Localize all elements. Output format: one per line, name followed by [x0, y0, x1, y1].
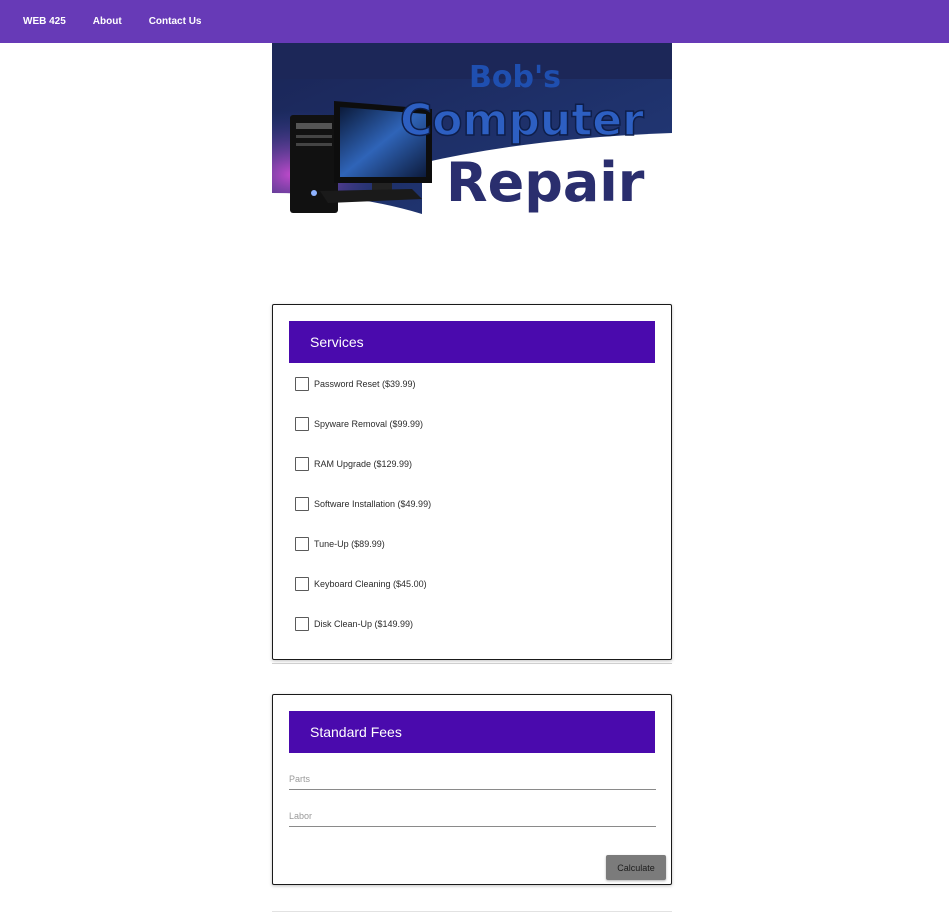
parts-field	[289, 770, 656, 790]
standard-fees-card: Standard Fees Calculate	[272, 694, 672, 885]
calculate-button[interactable]: Calculate	[606, 855, 666, 880]
service-spyware-removal[interactable]: Spyware Removal ($99.99)	[295, 416, 423, 432]
service-label: Software Installation ($49.99)	[314, 499, 432, 509]
checkbox[interactable]	[295, 417, 309, 431]
service-label: Disk Clean-Up ($149.99)	[314, 619, 414, 629]
services-card: Services Password Reset ($39.99) Spyware…	[272, 304, 672, 660]
service-label: Spyware Removal ($99.99)	[314, 419, 424, 429]
services-header: Services	[289, 321, 655, 363]
parts-input[interactable]	[289, 770, 656, 788]
service-software-installation[interactable]: Software Installation ($49.99)	[295, 496, 431, 512]
fees-header: Standard Fees	[289, 711, 655, 753]
service-ram-upgrade[interactable]: RAM Upgrade ($129.99)	[295, 456, 412, 472]
checkbox[interactable]	[295, 577, 309, 591]
section-divider	[272, 663, 672, 664]
service-disk-cleanup[interactable]: Disk Clean-Up ($149.99)	[295, 616, 413, 632]
service-label: Password Reset ($39.99)	[314, 379, 416, 389]
labor-field	[289, 807, 656, 827]
checkbox[interactable]	[295, 377, 309, 391]
svg-text:Repair: Repair	[446, 151, 645, 214]
checkbox[interactable]	[295, 457, 309, 471]
service-label: Keyboard Cleaning ($45.00)	[314, 579, 427, 589]
top-navbar: WEB 425 About Contact Us	[0, 0, 949, 43]
service-keyboard-cleaning[interactable]: Keyboard Cleaning ($45.00)	[295, 576, 427, 592]
checkbox[interactable]	[295, 617, 309, 631]
svg-text:Computer: Computer	[400, 95, 644, 146]
service-password-reset[interactable]: Password Reset ($39.99)	[295, 376, 416, 392]
nav-contact-link[interactable]: Contact Us	[149, 16, 202, 27]
service-label: RAM Upgrade ($129.99)	[314, 459, 413, 469]
nav-home-link[interactable]: WEB 425	[23, 16, 66, 27]
service-label: Tune-Up ($89.99)	[314, 539, 385, 549]
service-tune-up[interactable]: Tune-Up ($89.99)	[295, 536, 385, 552]
checkbox[interactable]	[295, 537, 309, 551]
nav-about-link[interactable]: About	[93, 16, 122, 27]
svg-text:Bob's: Bob's	[469, 60, 561, 95]
section-divider	[272, 911, 672, 912]
banner-logo: Bob's Computer Repair	[272, 43, 672, 214]
checkbox[interactable]	[295, 497, 309, 511]
labor-input[interactable]	[289, 807, 656, 825]
